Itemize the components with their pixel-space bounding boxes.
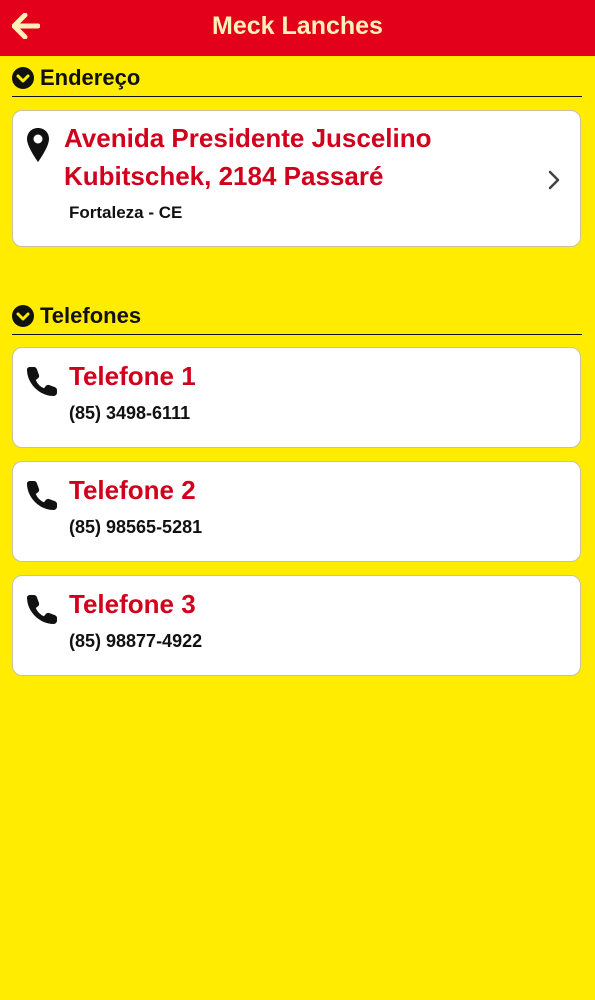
phones-section-header[interactable]: Telefones [12, 298, 582, 335]
phone-icon [25, 364, 59, 398]
chevron-right-icon [546, 169, 562, 191]
chevron-down-circle-icon [12, 67, 34, 89]
phone-2-label: Telefone 2 [69, 475, 196, 505]
phone-card-3[interactable]: Telefone 3 (85) 98877-4922 [12, 575, 581, 676]
app-title: Meck Lanches [212, 12, 383, 40]
phones-section-title: Telefones [40, 303, 142, 328]
address-street-line1: Avenida Presidente Juscelino [64, 123, 432, 153]
address-city: Fortaleza - CE [69, 203, 183, 222]
phone-card-2[interactable]: Telefone 2 (85) 98565-5281 [12, 461, 581, 562]
phone-1-number: (85) 3498-6111 [69, 403, 191, 423]
address-section-header[interactable]: Endereço [12, 60, 582, 97]
address-street-line2: Kubitschek, 2184 Passaré [64, 161, 384, 191]
top-app-bar: Meck Lanches [0, 0, 595, 56]
phone-icon [25, 478, 59, 512]
phone-1-label: Telefone 1 [69, 361, 196, 391]
address-card[interactable]: Avenida Presidente Juscelino Kubitschek,… [12, 110, 581, 247]
back-button[interactable] [10, 12, 42, 44]
phone-card-1[interactable]: Telefone 1 (85) 3498-6111 [12, 347, 581, 448]
address-section-title: Endereço [40, 65, 141, 90]
chevron-down-circle-icon [12, 305, 34, 327]
phone-2-number: (85) 98565-5281 [69, 517, 203, 537]
map-pin-icon [25, 127, 51, 163]
phone-icon [25, 592, 59, 626]
arrow-left-icon [11, 12, 41, 44]
phone-3-label: Telefone 3 [69, 589, 196, 619]
phone-3-number: (85) 98877-4922 [69, 631, 203, 651]
